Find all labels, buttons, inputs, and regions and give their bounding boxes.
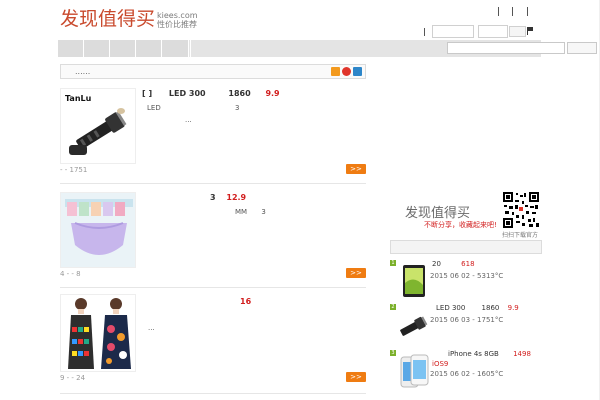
sidebar-deal-num: 20 [432,260,441,268]
deal-title[interactable]: 16 [238,297,251,306]
iphone-image [400,354,429,388]
deal-thumbnail[interactable] [60,294,136,372]
flashlight-image [400,316,428,336]
deal-title[interactable]: [ ] LED 300 1860 9.9 [142,89,280,98]
logo-text-main: 发现值得买 [60,8,156,30]
tencent-weibo-icon[interactable] [353,67,362,76]
sidebar-slogan: 不断分享，收藏起来吧! [424,221,497,229]
nav-item[interactable] [162,40,189,57]
sidebar-rank-badge: 3 [390,350,396,356]
deal-meta: 4 - - 8 [60,270,81,278]
sidebar-deal-title: iPhone 4s 8GB 1498 [432,350,531,358]
logo-domain: kiees.com [157,11,198,20]
search-input[interactable] [447,42,565,54]
sidebar-deal-thumbnail[interactable] [398,307,430,343]
sidebar-deal-thumbnail[interactable] [398,353,430,389]
sidebar-rank-badge: 2 [390,304,396,310]
deal-desc-more: ... [185,116,192,124]
search-button[interactable] [567,42,597,54]
flag-icon[interactable] [527,27,533,35]
sidebar-logo: 发现值得买 [405,206,471,221]
sidebar-deal-date: 2015 06 03 - 1751°C [430,316,504,324]
deal-meta: - - 1751 [60,166,88,174]
sidebar-deal-price: 9.9 [507,304,519,312]
sidebar-deal-thumbnail[interactable] [398,263,430,299]
top-links [496,7,536,17]
site-header: 发现值得买 kiees.com 性价比推荐 [0,0,600,40]
nav-divider [189,40,191,57]
nav-item[interactable] [84,40,110,57]
sidebar-deal-item[interactable]: 1 20 618 2015 06 02 - 5313°C [388,260,541,306]
logo-subtext: kiees.com 性价比推荐 [157,11,198,29]
deal-meta: 9 - - 24 [60,374,86,382]
sidebar-deal-text: iPhone 4s 8GB [448,350,499,358]
deal-desc: LED 3 [147,104,239,112]
deal-item: TanLu [ ] LED 300 1860 9.9 LED 3 ... - -… [60,86,366,184]
deal-desc-text: LED [147,104,161,112]
deal-price: 12.9 [226,193,247,202]
deal-desc-text: MM [235,208,248,216]
deal-thumbnail[interactable]: TanLu [60,88,136,164]
deal-desc: MM 3 [235,208,266,216]
flashlight-image: TanLu [65,94,127,155]
main-nav [58,40,597,57]
deal-price: 9.9 [265,89,280,98]
sidebar-deal-num: 1860 [481,304,500,312]
sidebar-deal-date: 2015 06 02 - 1605°C [430,370,504,378]
logo-text: 发现值得买 [60,6,155,32]
login-button[interactable] [509,26,526,37]
info-bar: ...... [60,64,366,79]
password-input[interactable] [478,25,508,38]
nav-item[interactable] [136,40,162,57]
nav-item[interactable] [58,40,84,57]
deal-desc-num: 3 [261,208,266,216]
sidebar-rank-badge: 1 [390,260,396,266]
rss-icon[interactable] [331,67,340,76]
weibo-icon[interactable] [342,67,351,76]
sidebar-deal-subtitle: iOS9 [432,360,449,368]
go-buy-button[interactable]: >> [346,164,366,174]
sidebar-deal-title: LED 300 1860 9.9 [432,304,519,312]
deal-title[interactable]: 3 12.9 [210,193,246,202]
sidebar-section-header [390,240,542,254]
underwear-image [61,193,135,267]
subscribe-icons [331,67,362,76]
deal-title-count: 3 [210,193,216,202]
deal-desc: ... [148,324,155,332]
top-link-separator [512,7,513,16]
sidebar-deal-text: LED 300 [436,304,466,312]
top-link-separator [498,7,499,16]
deal-desc-num: 3 [234,104,240,112]
login-separator [424,28,425,36]
sidebar-deal-title: 20 618 [432,260,475,268]
deal-title-text: LED 300 [168,89,206,98]
sidebar-deal-date: 2015 06 02 - 5313°C [430,272,504,280]
deal-price: 16 [240,297,252,306]
logo-slogan: 性价比推荐 [157,20,198,29]
deal-thumb-brand: TanLu [65,94,92,103]
tablet-image [403,265,425,297]
deal-item: 16 ... 9 - - 24 >> [60,294,366,394]
dress-image [61,295,135,371]
sidebar-deal-price: 618 [461,260,475,268]
go-buy-button[interactable]: >> [346,268,366,278]
deal-item: 3 12.9 MM 3 4 - - 8 >> [60,190,366,288]
sidebar-deal-item[interactable]: 2 LED 300 1860 9.9 2015 06 03 - 1751°C [388,304,541,350]
qr-code-icon [502,191,540,229]
deal-thumbnail[interactable] [60,192,136,268]
username-input[interactable] [432,25,474,38]
sidebar-deal-price: 1498 [513,350,531,358]
info-text: ...... [75,67,91,76]
top-link-separator [527,7,528,16]
site-logo[interactable]: 发现值得买 kiees.com 性价比推荐 [60,6,198,34]
go-buy-button[interactable]: >> [346,372,366,382]
deal-title-count: 1860 [228,89,251,98]
nav-item[interactable] [110,40,136,57]
sidebar-deal-item[interactable]: 3 iPhone 4s 8GB 1498 iOS9 2015 06 02 - 1… [388,350,541,396]
deal-title-bracket: [ ] [142,89,153,98]
